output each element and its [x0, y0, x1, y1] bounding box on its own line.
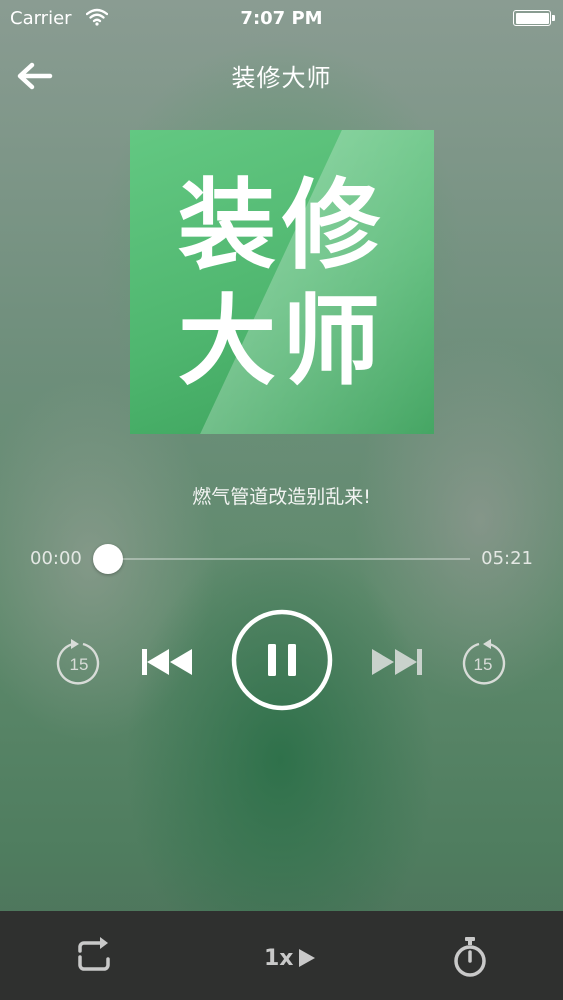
- forward-15-icon: 15: [462, 639, 506, 685]
- track-title: 燃气管道改造别乱来!: [192, 486, 371, 508]
- battery-icon: [513, 10, 555, 26]
- previous-track-button[interactable]: [138, 642, 196, 682]
- repeat-button[interactable]: [72, 937, 116, 977]
- cover-title-line2: 大师: [177, 285, 386, 399]
- stopwatch-icon: [454, 937, 486, 977]
- status-bar: Carrier 7:07 PM: [0, 0, 563, 38]
- progress-slider[interactable]: [93, 544, 470, 574]
- rewind-15-icon: 15: [56, 639, 100, 685]
- next-track-button[interactable]: [368, 642, 426, 682]
- skip-next-icon: [372, 649, 422, 675]
- current-time: 00:00: [30, 548, 82, 569]
- skip-forward-seconds: 15: [474, 655, 493, 674]
- repeat-icon: [78, 937, 110, 971]
- playback-speed-button[interactable]: 1x: [264, 938, 324, 978]
- play-triangle-icon: [298, 949, 315, 967]
- skip-forward-15-button[interactable]: 15: [458, 638, 508, 688]
- pause-icon: [231, 609, 333, 711]
- album-cover: 装修 大师: [130, 130, 434, 434]
- cover-title-line1: 装修: [177, 169, 386, 283]
- sleep-timer-button[interactable]: [450, 936, 490, 978]
- skip-back-seconds: 15: [70, 655, 89, 674]
- skip-back-15-button[interactable]: 15: [54, 638, 104, 688]
- speed-label: 1x: [264, 945, 294, 971]
- progress-knob[interactable]: [93, 544, 123, 574]
- total-time: 05:21: [481, 548, 533, 569]
- play-pause-button[interactable]: [230, 608, 334, 712]
- skip-previous-icon: [142, 649, 192, 675]
- page-title: 装修大师: [231, 64, 332, 92]
- status-time: 7:07 PM: [240, 8, 323, 29]
